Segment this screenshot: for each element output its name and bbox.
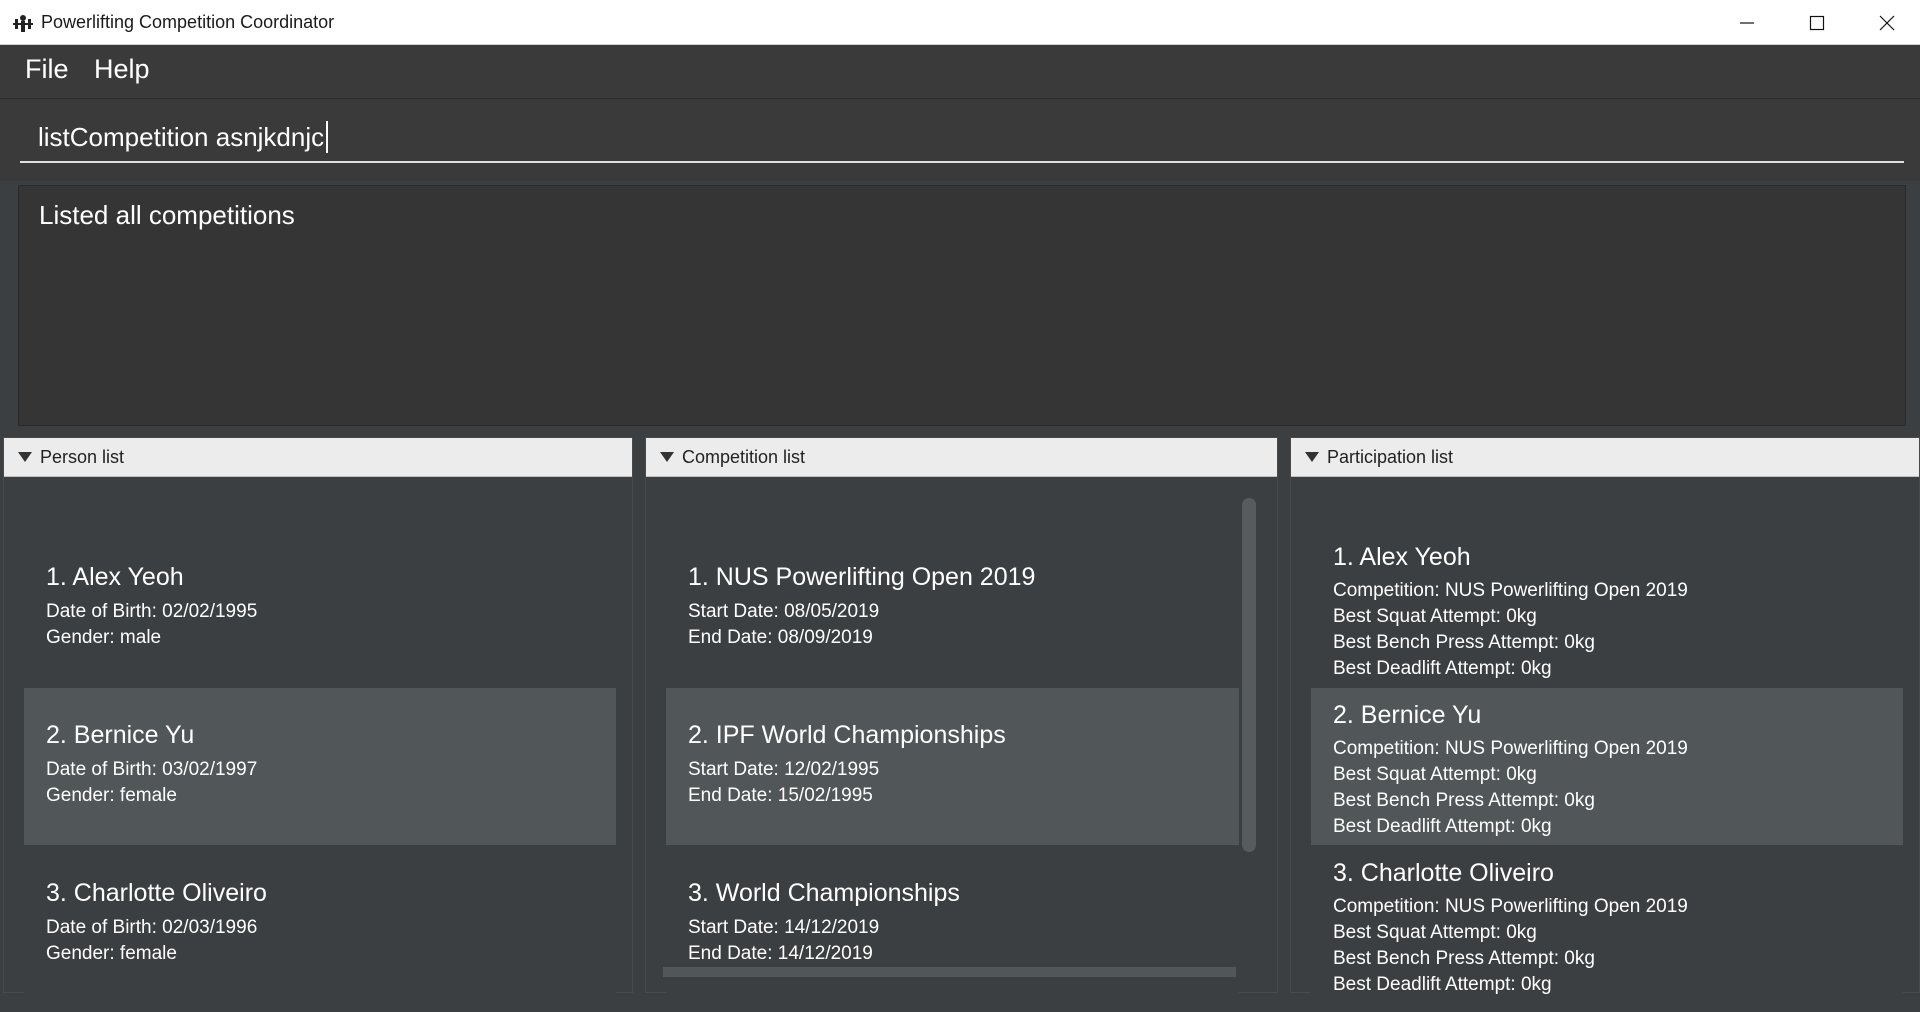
competition-card[interactable]: 1. NUS Powerlifting Open 2019 Start Date… xyxy=(666,531,1239,688)
best-deadlift: Best Deadlift Attempt: 0kg xyxy=(1333,974,1552,995)
minimize-icon xyxy=(1740,21,1754,24)
participant-name: 3. Charlotte Oliveiro xyxy=(1333,859,1554,887)
competition-card-partial xyxy=(663,967,1236,977)
competition-list-panel: Competition list 1. NUS Powerlifting Ope… xyxy=(645,437,1278,1003)
best-bench-press: Best Bench Press Attempt: 0kg xyxy=(1333,948,1595,969)
person-card[interactable]: 2. Bernice Yu Date of Birth: 03/02/1997 … xyxy=(24,688,616,845)
participation-card[interactable]: 3. Charlotte Oliveiro Competition: NUS P… xyxy=(1311,846,1903,1003)
best-bench-press: Best Bench Press Attempt: 0kg xyxy=(1333,632,1595,653)
participation-list-panel: Participation list 1. Alex Yeoh Competit… xyxy=(1290,437,1920,1003)
person-name: 1. Alex Yeoh xyxy=(46,563,184,591)
person-list-title: Person list xyxy=(40,447,125,467)
collapse-triangle-icon[interactable] xyxy=(18,452,32,462)
competition-end-date: End Date: 08/09/2019 xyxy=(688,627,873,648)
barbell-app-icon xyxy=(13,15,33,32)
participation-card[interactable]: 1. Alex Yeoh Competition: NUS Powerlifti… xyxy=(1311,531,1903,688)
minimize-button[interactable] xyxy=(1712,0,1782,45)
competition-card[interactable]: 3. World Championships Start Date: 14/12… xyxy=(666,846,1239,1003)
participation-card[interactable]: 2. Bernice Yu Competition: NUS Powerlift… xyxy=(1311,688,1903,845)
competition-name: 1. NUS Powerlifting Open 2019 xyxy=(688,563,1036,591)
person-gender: Gender: female xyxy=(46,785,177,806)
person-gender: Gender: male xyxy=(46,627,162,648)
competition-name: 2. IPF World Championships xyxy=(688,721,1006,749)
person-dob: Date of Birth: 02/03/1996 xyxy=(46,917,258,938)
participant-name: 2. Bernice Yu xyxy=(1333,701,1482,729)
result-display[interactable]: Listed all competitions xyxy=(18,185,1906,426)
best-squat: Best Squat Attempt: 0kg xyxy=(1333,764,1537,785)
window-title: Powerlifting Competition Coordinator xyxy=(41,12,335,32)
best-squat: Best Squat Attempt: 0kg xyxy=(1333,606,1537,627)
person-card[interactable]: 3. Charlotte Oliveiro Date of Birth: 02/… xyxy=(24,846,616,1003)
menu-bar: File Help xyxy=(0,45,1920,99)
menu-file[interactable]: File xyxy=(25,54,69,85)
competition-end-date: End Date: 14/12/2019 xyxy=(688,943,873,964)
competition-start-date: Start Date: 12/02/1995 xyxy=(688,759,880,780)
text-cursor xyxy=(326,121,328,153)
person-list-header[interactable]: Person list xyxy=(4,438,632,477)
best-squat: Best Squat Attempt: 0kg xyxy=(1333,922,1537,943)
participation-list-view[interactable]: 1. Alex Yeoh Competition: NUS Powerlifti… xyxy=(1293,478,1917,1003)
collapse-triangle-icon[interactable] xyxy=(660,452,674,462)
participation-competition: Competition: NUS Powerlifting Open 2019 xyxy=(1333,738,1688,759)
command-box xyxy=(0,99,1920,181)
person-card[interactable]: 1. Alex Yeoh Date of Birth: 02/02/1995 G… xyxy=(24,531,616,688)
collapse-triangle-icon[interactable] xyxy=(1305,452,1319,462)
competition-name: 3. World Championships xyxy=(688,879,960,907)
participation-competition: Competition: NUS Powerlifting Open 2019 xyxy=(1333,580,1688,601)
participation-list-title: Participation list xyxy=(1327,447,1454,467)
window-title-bar: Powerlifting Competition Coordinator xyxy=(0,0,1920,45)
best-deadlift: Best Deadlift Attempt: 0kg xyxy=(1333,658,1552,679)
competition-start-date: Start Date: 08/05/2019 xyxy=(688,601,880,622)
competition-list-view[interactable]: 1. NUS Powerlifting Open 2019 Start Date… xyxy=(648,478,1275,1003)
result-message: Listed all competitions xyxy=(39,200,295,230)
person-name: 3. Charlotte Oliveiro xyxy=(46,879,267,907)
maximize-button[interactable] xyxy=(1782,0,1852,45)
participation-list-header[interactable]: Participation list xyxy=(1291,438,1919,477)
competition-end-date: End Date: 15/02/1995 xyxy=(688,785,873,806)
participant-name: 1. Alex Yeoh xyxy=(1333,543,1471,571)
close-button[interactable] xyxy=(1852,0,1920,45)
competition-card[interactable]: 2. IPF World Championships Start Date: 1… xyxy=(666,688,1239,845)
person-gender: Gender: female xyxy=(46,943,177,964)
menu-help[interactable]: Help xyxy=(94,54,150,85)
person-dob: Date of Birth: 02/02/1995 xyxy=(46,601,258,622)
best-bench-press: Best Bench Press Attempt: 0kg xyxy=(1333,790,1595,811)
close-icon xyxy=(1879,15,1895,30)
person-name: 2. Bernice Yu xyxy=(46,721,195,749)
person-list-view[interactable]: 1. Alex Yeoh Date of Birth: 02/02/1995 G… xyxy=(6,478,630,1003)
competition-list-title: Competition list xyxy=(682,447,806,467)
person-list-panel: Person list 1. Alex Yeoh Date of Birth: … xyxy=(3,437,633,1003)
best-deadlift: Best Deadlift Attempt: 0kg xyxy=(1333,816,1552,837)
participation-competition: Competition: NUS Powerlifting Open 2019 xyxy=(1333,896,1688,917)
competition-start-date: Start Date: 14/12/2019 xyxy=(688,917,880,938)
maximize-icon xyxy=(1809,15,1825,30)
command-input[interactable] xyxy=(20,113,1904,163)
person-dob: Date of Birth: 03/02/1997 xyxy=(46,759,258,780)
competition-list-scrollbar[interactable] xyxy=(1242,498,1256,852)
competition-list-header[interactable]: Competition list xyxy=(646,438,1277,477)
